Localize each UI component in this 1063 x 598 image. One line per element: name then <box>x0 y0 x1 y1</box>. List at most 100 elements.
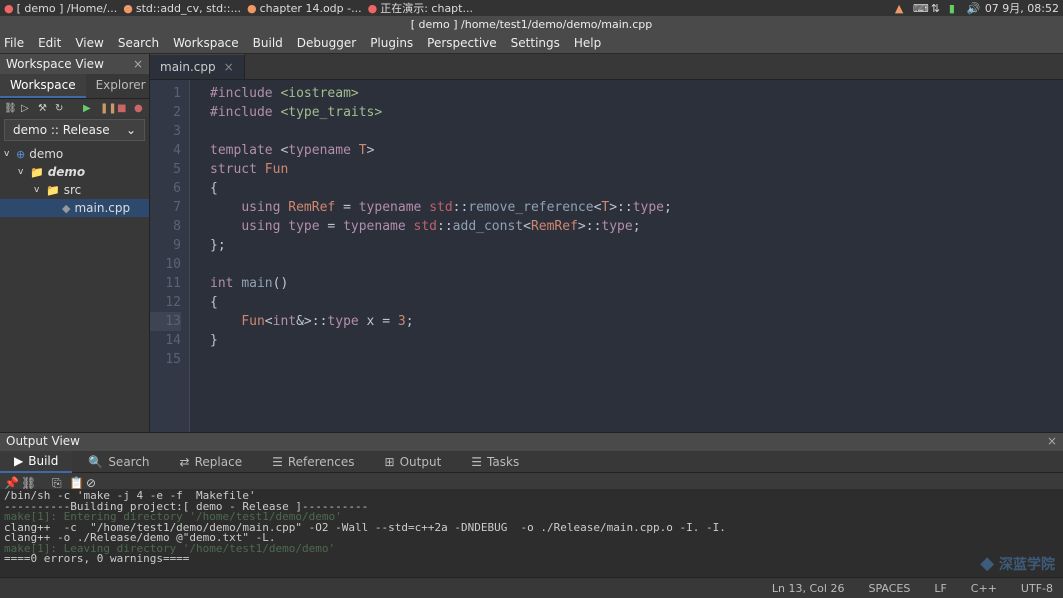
paste-icon[interactable]: 📋 <box>69 476 80 487</box>
tree-label: src <box>64 183 82 197</box>
code-line[interactable]: template <typename T> <box>210 141 1055 160</box>
build-icon: ▶ <box>14 454 23 468</box>
stop-icon[interactable]: ■ <box>117 103 128 114</box>
updown-icon: ⇅ <box>931 2 943 14</box>
code-line[interactable] <box>210 122 1055 141</box>
menu-settings[interactable]: Settings <box>511 36 560 50</box>
output-line: ====0 errors, 0 warnings==== <box>4 554 1059 565</box>
line-number: 10 <box>150 255 181 274</box>
close-icon[interactable]: × <box>1047 434 1057 450</box>
menu-workspace[interactable]: Workspace <box>173 36 239 50</box>
workspace-tab-explorer[interactable]: Explorer <box>86 74 156 98</box>
run-icon[interactable]: ▶ <box>83 103 94 114</box>
menu-debugger[interactable]: Debugger <box>297 36 356 50</box>
code-line[interactable]: #include <type_traits> <box>210 103 1055 122</box>
line-number: 15 <box>150 350 181 369</box>
config-label: demo :: Release <box>13 123 110 137</box>
line-number: 7 <box>150 198 181 217</box>
copy-icon[interactable]: ⎘ <box>52 476 63 487</box>
path-text: [ demo ] /home/test1/demo/demo/main.cpp <box>411 18 653 31</box>
system-tray: ▲ ⌨ ⇅ ▮ 🔊 07 9月, 08:52 <box>895 0 1059 16</box>
code-line[interactable]: }; <box>210 236 1055 255</box>
refresh-icon[interactable]: ↻ <box>55 103 66 114</box>
menu-view[interactable]: View <box>75 36 103 50</box>
clear-icon[interactable]: ⊘ <box>86 476 97 487</box>
tree-item-demo[interactable]: v⊕demo <box>0 145 149 163</box>
search-icon: 🔍 <box>88 455 103 469</box>
output-tab-build[interactable]: ▶Build <box>0 451 72 473</box>
volume-icon: 🔊 <box>967 2 979 14</box>
code-line[interactable] <box>210 255 1055 274</box>
titlebar-tab[interactable]: ●正在演示: chapt... <box>368 0 473 16</box>
output-tabs: ▶Build🔍Search⇄Replace☰References⊞Output☰… <box>0 451 1063 473</box>
indent-mode[interactable]: SPACES <box>868 582 910 595</box>
folder-icon: 📁 <box>30 166 44 179</box>
language-mode[interactable]: C++ <box>971 582 997 595</box>
menubar: File Edit View Search Workspace Build Debugger… <box>0 32 1063 54</box>
close-icon[interactable]: × <box>224 60 234 74</box>
output-tab-tasks[interactable]: ☰Tasks <box>457 452 533 472</box>
code-line[interactable]: #include <iostream> <box>210 84 1055 103</box>
tree-item-src[interactable]: v📁src <box>0 181 149 199</box>
nav-icon[interactable]: ▷ <box>21 103 32 114</box>
expand-icon[interactable]: v <box>18 167 26 177</box>
link-icon[interactable]: ⛓ <box>21 476 32 487</box>
line-number: 9 <box>150 236 181 255</box>
tree-item-demo[interactable]: v📁demo <box>0 163 149 181</box>
expand-icon[interactable]: v <box>4 149 12 159</box>
workspace-sidebar: Workspace View × WorkspaceExplorer ⛓ ▷ ⚒… <box>0 54 150 432</box>
menu-file[interactable]: File <box>4 36 24 50</box>
build-icon[interactable]: ⚒ <box>38 103 49 114</box>
window-pathbar: [ demo ] /home/test1/demo/demo/main.cpp <box>0 16 1063 32</box>
project-tree: v⊕demov📁demov📁src◆main.cpp <box>0 143 149 432</box>
titlebar-tab[interactable]: ●std::add_cv, std::... <box>123 2 241 15</box>
menu-search[interactable]: Search <box>118 36 159 50</box>
menu-help[interactable]: Help <box>574 36 601 50</box>
encoding[interactable]: UTF-8 <box>1021 582 1053 595</box>
code-line[interactable]: using RemRef = typename std::remove_refe… <box>210 198 1055 217</box>
eol-mode[interactable]: LF <box>934 582 946 595</box>
titlebar-tab[interactable]: ●chapter 14.odp -... <box>247 2 362 15</box>
code-line[interactable]: { <box>210 293 1055 312</box>
code-content[interactable]: #include <iostream>#include <type_traits… <box>202 80 1063 432</box>
close-icon[interactable]: × <box>133 57 143 71</box>
menu-plugins[interactable]: Plugins <box>370 36 413 50</box>
menu-perspective[interactable]: Perspective <box>427 36 497 50</box>
keyboard-icon: ⌨ <box>913 2 925 14</box>
battery-icon: ▮ <box>949 2 961 14</box>
tree-label: demo <box>29 147 63 161</box>
tree-item-main.cpp[interactable]: ◆main.cpp <box>0 199 149 217</box>
output-tab-references[interactable]: ☰References <box>258 452 368 472</box>
editor-tab-label: main.cpp <box>160 60 216 74</box>
code-line[interactable]: using type = typename std::add_const<Rem… <box>210 217 1055 236</box>
record-icon[interactable]: ● <box>134 103 145 114</box>
code-line[interactable]: } <box>210 331 1055 350</box>
titlebar-tabs: ●[ demo ] /Home/... ●std::add_cv, std::..… <box>4 0 895 16</box>
editor-tab-main[interactable]: main.cpp × <box>150 54 245 79</box>
pause-icon[interactable]: ❚❚ <box>100 103 111 114</box>
output-body[interactable]: /bin/sh -c 'make -j 4 -e -f Makefile'---… <box>0 489 1063 577</box>
config-selector[interactable]: demo :: Release ⌄ <box>4 119 145 141</box>
output-tab-output[interactable]: ⊞Output <box>371 452 456 472</box>
chevron-down-icon: ⌄ <box>126 123 136 137</box>
line-number: 12 <box>150 293 181 312</box>
output-panel: Output View × ▶Build🔍Search⇄Replace☰Refe… <box>0 432 1063 577</box>
titlebar-tab[interactable]: ●[ demo ] /Home/... <box>4 2 117 15</box>
workspace-tab-workspace[interactable]: Workspace <box>0 74 86 98</box>
pin-icon[interactable]: 📌 <box>4 476 15 487</box>
expand-icon[interactable]: v <box>34 185 42 195</box>
tasks-icon: ☰ <box>471 455 482 469</box>
output-header: Output View × <box>0 433 1063 451</box>
code-line[interactable]: { <box>210 179 1055 198</box>
code-line[interactable] <box>210 350 1055 369</box>
output-tab-replace[interactable]: ⇄Replace <box>166 452 257 472</box>
menu-build[interactable]: Build <box>253 36 283 50</box>
output-tab-search[interactable]: 🔍Search <box>74 452 163 472</box>
code-line[interactable]: struct Fun <box>210 160 1055 179</box>
link-icon[interactable]: ⛓ <box>4 103 15 114</box>
menu-edit[interactable]: Edit <box>38 36 61 50</box>
output-icon: ⊞ <box>385 455 395 469</box>
code-editor[interactable]: 123456789101112131415 #include <iostream… <box>150 80 1063 432</box>
code-line[interactable]: int main() <box>210 274 1055 293</box>
code-line[interactable]: Fun<int&>::type x = 3; <box>210 312 1055 331</box>
